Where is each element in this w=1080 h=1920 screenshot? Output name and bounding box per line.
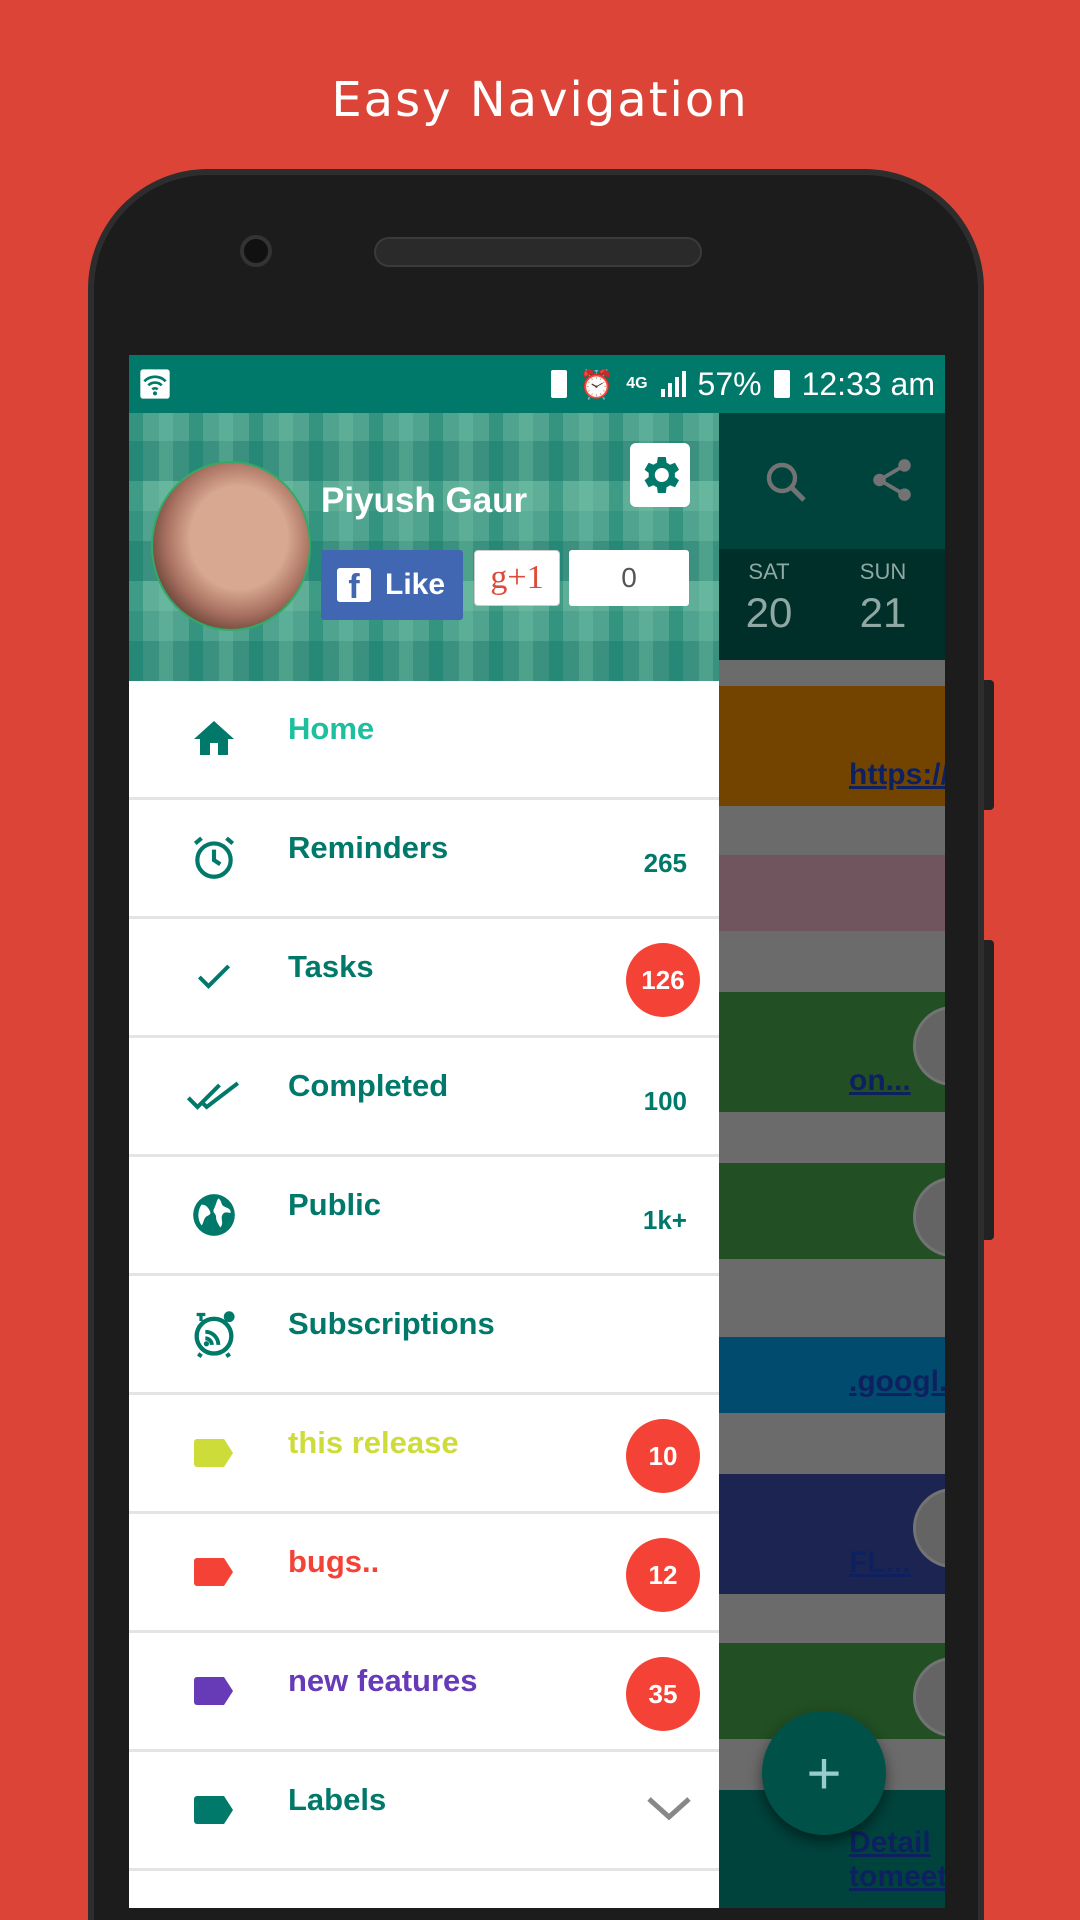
drawer-item-partial[interactable]: [129, 1871, 719, 1908]
facebook-like-button[interactable]: f Like: [321, 550, 463, 620]
drawer-item-reminders[interactable]: Reminders 265: [129, 800, 719, 919]
label-icon: [186, 1782, 242, 1838]
plus-icon: +: [806, 1739, 842, 1807]
drawer-item-label: Home: [288, 711, 375, 746]
page-headline: Easy Navigation: [331, 72, 749, 128]
drawer-item-label: Subscriptions: [288, 1306, 495, 1341]
gear-icon: [644, 457, 679, 493]
drawer-item-label: Labels: [288, 1782, 387, 1817]
drawer-item-completed[interactable]: Completed 100: [129, 1038, 719, 1157]
drawer-item-label: Public: [288, 1187, 382, 1222]
wifi-icon: [140, 369, 170, 399]
drawer-item-label: Reminders: [288, 830, 449, 865]
chevron-down-icon[interactable]: [646, 1794, 692, 1824]
status-bar: ⏰ 4G 57% 12:33 am: [129, 355, 945, 413]
drawer-item-subscriptions[interactable]: Subscriptions: [129, 1276, 719, 1395]
navigation-drawer: Piyush Gaur f Like g+1 0 Home Reminders 265…: [129, 413, 719, 1908]
drawer-item-home[interactable]: Home: [129, 681, 719, 800]
day-date: 20: [745, 589, 793, 636]
user-name: Piyush Gaur: [321, 481, 528, 520]
day-sat[interactable]: SAT 20: [719, 559, 819, 637]
globe-icon: [186, 1187, 242, 1243]
drawer-item-label: Tasks: [288, 949, 374, 984]
volume-button: [984, 680, 994, 810]
google-plus-count: 0: [569, 550, 689, 606]
camera: [240, 235, 272, 267]
drawer-item-bugs[interactable]: bugs.. 12: [129, 1514, 719, 1633]
battery-saver-icon: [551, 370, 568, 398]
check-icon: [186, 949, 242, 1005]
double-check-icon: [186, 1068, 242, 1124]
drawer-item-label: this release: [288, 1425, 459, 1460]
drawer-item-tasks[interactable]: Tasks 126: [129, 919, 719, 1038]
label-icon: [186, 1544, 242, 1600]
drawer-item-label: bugs..: [288, 1544, 380, 1579]
drawer-header: Piyush Gaur f Like g+1 0: [129, 413, 719, 681]
count-badge: 126: [626, 943, 700, 1017]
count-badge: 10: [626, 1419, 700, 1493]
avatar[interactable]: [151, 461, 311, 631]
drawer-item-label: new features: [288, 1663, 478, 1698]
battery-charging-icon: [773, 370, 790, 398]
item-count: 265: [643, 848, 687, 878]
network-type: 4G: [626, 375, 648, 392]
settings-button[interactable]: [630, 443, 690, 507]
facebook-icon: f: [337, 568, 371, 602]
home-icon: [186, 711, 242, 767]
battery-percent: 57%: [697, 365, 762, 402]
power-button: [984, 940, 994, 1240]
rss-alarm-icon: [186, 1306, 242, 1362]
day-sun[interactable]: SUN 21: [833, 559, 933, 637]
day-name: SUN: [859, 559, 907, 584]
count-badge: 35: [626, 1657, 700, 1731]
drawer-item-public[interactable]: Public 1k+: [129, 1157, 719, 1276]
signal-icon: [660, 371, 686, 397]
drawer-item-this-release[interactable]: this release 10: [129, 1395, 719, 1514]
clock: 12:33 am: [801, 365, 935, 402]
google-plus-button[interactable]: g+1: [474, 550, 560, 606]
add-fab[interactable]: +: [762, 1711, 886, 1835]
item-count: 1k+: [642, 1205, 687, 1235]
label-icon: [186, 1425, 242, 1481]
speaker-grille: [374, 237, 702, 267]
alarm-icon: ⏰: [579, 368, 615, 400]
day-name: SAT: [748, 559, 790, 584]
day-date: 21: [859, 589, 907, 636]
drawer-item-new-features[interactable]: new features 35: [129, 1633, 719, 1752]
alarm-icon: [186, 830, 242, 886]
item-count: 100: [643, 1086, 687, 1116]
count-badge: 12: [626, 1538, 700, 1612]
label-icon: [186, 1663, 242, 1719]
screen: ⏰ 4G 57% 12:33 am https://...on....googl…: [129, 355, 945, 1908]
drawer-item-label: Completed: [288, 1068, 449, 1103]
drawer-item-labels[interactable]: Labels: [129, 1752, 719, 1871]
